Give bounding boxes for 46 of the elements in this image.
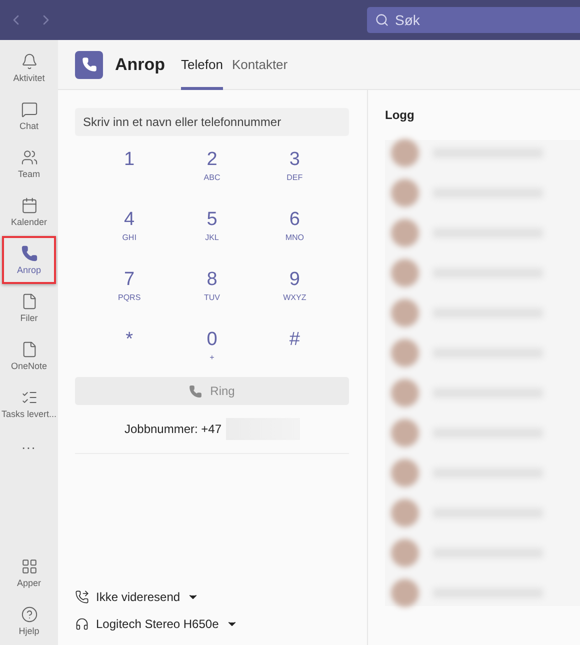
sidebar-item[interactable]: Kalender — [2, 188, 56, 236]
dial-key[interactable]: 3 DEF — [253, 145, 336, 194]
phone-icon — [20, 245, 38, 262]
dial-key[interactable]: 8 TUV — [170, 265, 254, 314]
log-title: Logg — [385, 108, 416, 122]
headset-icon — [75, 616, 89, 630]
notebook-icon — [20, 341, 38, 358]
page-title: Anrop — [115, 54, 166, 74]
number-input-field[interactable]: Skriv inn et navn eller telefonnummer — [75, 108, 349, 136]
dial-key[interactable]: 5 JKL — [170, 205, 254, 254]
checklist-icon — [20, 389, 38, 406]
forwarding-dropdown[interactable]: Ikke videresend — [75, 583, 349, 610]
sidebar-item[interactable]: Apper — [2, 549, 56, 597]
dial-key[interactable]: 6 MNO — [253, 205, 336, 254]
sidebar-item[interactable]: Team — [2, 140, 56, 188]
device-dropdown[interactable]: Logitech Stereo H650e — [75, 610, 349, 637]
sidebar-item[interactable]: Aktivitet — [2, 44, 56, 92]
sidebar-item[interactable]: Chat — [2, 92, 56, 140]
dial-key[interactable]: 1 — [88, 145, 171, 194]
dial-key[interactable]: 2 ABC — [170, 145, 254, 194]
dial-key[interactable]: 7 PQRS — [88, 265, 171, 314]
more-apps[interactable]: ... — [22, 436, 36, 452]
sidebar-item[interactable]: Filer — [2, 284, 56, 332]
work-number-label: Jobbnummer: +47 — [124, 422, 222, 436]
help-icon — [20, 606, 38, 623]
people-icon — [20, 149, 38, 166]
file-icon — [20, 293, 38, 310]
sidebar-item[interactable]: Tasks levert... — [2, 380, 56, 428]
phone-icon — [189, 384, 202, 398]
bell-icon — [20, 53, 38, 70]
tab[interactable]: Kontakter — [232, 40, 288, 90]
dial-key[interactable]: 9 WXYZ — [253, 265, 336, 314]
calendar-icon — [20, 197, 38, 214]
dial-key[interactable]: 4 GHI — [88, 205, 171, 254]
search-field[interactable]: Søk — [367, 7, 580, 33]
dial-key[interactable]: * — [88, 325, 171, 374]
sidebar-item[interactable]: Anrop — [2, 236, 56, 284]
phone-icon — [82, 57, 96, 72]
sidebar-item[interactable]: OneNote — [2, 332, 56, 380]
forward-call-icon — [75, 590, 89, 604]
dial-key[interactable]: # — [253, 325, 336, 374]
chat-icon — [20, 101, 38, 118]
dial-key[interactable]: 0 + — [170, 325, 254, 374]
sidebar-item[interactable]: Hjelp — [2, 597, 56, 645]
search-icon — [375, 13, 389, 27]
apps-icon — [20, 558, 38, 575]
